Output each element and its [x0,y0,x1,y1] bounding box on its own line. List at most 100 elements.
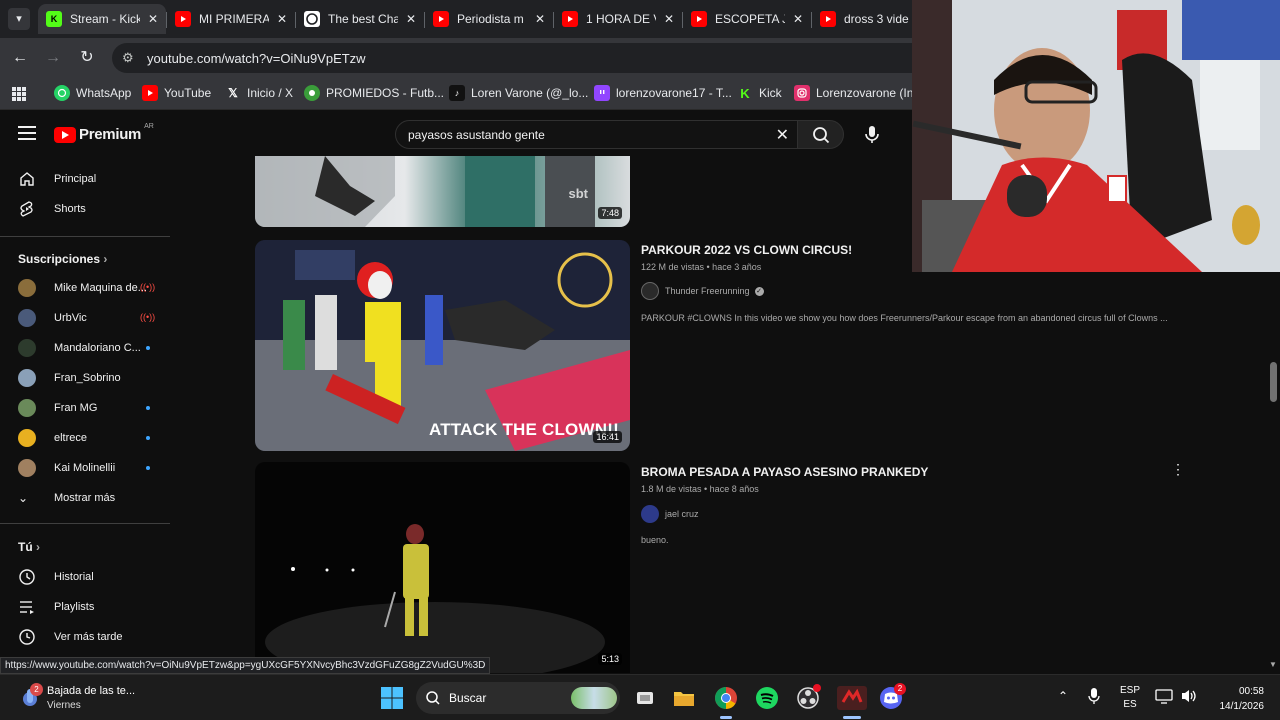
search-button[interactable] [797,120,844,149]
tiktok-icon: ♪ [449,85,465,101]
sidebar-item-subscription[interactable]: Mandaloriano C... [0,333,170,363]
youtube-icon [820,11,836,27]
brand-label: Premium [79,126,142,143]
sidebar-divider [0,523,170,524]
sidebar-item-watch-later[interactable]: Ver más tarde [0,622,170,652]
avatar [18,279,36,297]
start-button[interactable] [380,686,404,710]
bookmark-label: PROMIEDOS - Futb... [326,86,445,100]
bookmark-item[interactable]: YouTube [142,85,211,101]
bookmark-item[interactable]: 𝕏 Inicio / X [225,85,293,101]
sidebar-item-home[interactable]: Principal [0,164,170,194]
sidebar-item-playlists[interactable]: Playlists [0,592,170,622]
forward-button[interactable]: → [42,47,64,69]
close-tab-icon[interactable]: ✕ [404,12,418,26]
you-header[interactable]: Tú › [18,540,40,554]
close-tab-icon[interactable]: ✕ [275,12,289,26]
browser-tab[interactable]: Periodista m ✕ [425,4,553,34]
show-more-button[interactable]: ⌄ Mostrar más [0,483,170,513]
network-icon[interactable] [1155,689,1173,708]
show-hidden-icons-chevron-up-icon[interactable]: ⌃ [1058,689,1068,703]
volume-icon[interactable] [1180,688,1198,707]
browser-tab[interactable]: MI PRIMERA ✕ [167,4,295,34]
streaming-app-button[interactable] [837,686,867,719]
bookmark-item[interactable]: Lorenzovarone (Inst [794,85,923,101]
more-actions-icon[interactable]: ⋮ [1171,461,1185,478]
video-title[interactable]: PARKOUR 2022 VS CLOWN CIRCUS! [641,243,852,257]
scrollbar-thumb[interactable] [1270,362,1277,402]
tab-search-button[interactable]: ▾ [8,8,30,30]
sidebar-item-subscription[interactable]: Kai Molinellii [0,453,170,483]
video-description: bueno. [641,535,669,545]
verified-icon: ✓ [754,286,764,296]
close-tab-icon[interactable]: ✕ [791,12,805,26]
chrome-button[interactable] [714,686,738,719]
task-view-button[interactable] [633,686,657,710]
bookmark-item[interactable]: lorenzovarone17 - T... [594,85,732,101]
close-tab-icon[interactable]: ✕ [533,12,547,26]
sidebar-item-subscription[interactable]: Fran_Sobrino [0,363,170,393]
video-title[interactable]: BROMA PESADA A PAYASO ASESINO PRANKEDY [641,465,928,479]
bookmark-label: Kick [759,86,782,100]
tab-title: ESCOPETA JU [715,12,785,26]
bookmark-item[interactable]: PROMIEDOS - Futb... [304,85,444,101]
sidebar-item-subscription[interactable]: eltrece [0,423,170,453]
youtube-logo[interactable]: Premium AR [54,123,154,143]
close-tab-icon[interactable]: ✕ [662,12,676,26]
avatar [18,399,36,417]
youtube-play-icon [54,126,76,143]
search-query[interactable]: payasos asustando gente [408,128,545,142]
url-text[interactable]: youtube.com/watch?v=OiNu9VpETzw [147,51,366,66]
subscriptions-header[interactable]: Suscripciones › [18,252,107,266]
active-app-indicator [720,716,732,719]
voice-search-button[interactable] [858,120,886,148]
address-bar[interactable]: ⚙ youtube.com/watch?v=OiNu9VpETzw [112,43,932,73]
new-content-dot [146,436,150,440]
bookmark-item[interactable]: K Kick [737,85,782,101]
video-thumbnail[interactable]: 5:13 [255,462,630,673]
sidebar-item-label: Principal [54,173,97,185]
language-indicator[interactable]: ESP ES [1120,684,1140,712]
search-input[interactable]: payasos asustando gente ✕ [395,120,798,149]
channel-name: jael cruz [665,509,699,519]
clear-search-icon[interactable]: ✕ [776,125,789,145]
spotify-button[interactable] [755,686,779,710]
sidebar-item-history[interactable]: Historial [0,562,170,592]
apps-grid-icon[interactable] [11,86,27,102]
file-explorer-button[interactable] [672,686,696,710]
active-app-indicator [843,716,861,719]
taskbar-search[interactable]: Buscar [416,682,620,714]
bookmark-item[interactable]: ♪ Loren Varone (@_lo... [449,85,588,101]
sidebar-item-shorts[interactable]: Shorts [0,194,170,224]
browser-tab[interactable]: 1 HORA DE V ✕ [554,4,682,34]
scroll-down-arrow-icon[interactable]: ▼ [1269,660,1277,669]
channel-link[interactable]: jael cruz [641,505,699,523]
video-thumbnail[interactable]: sbt 7:48 [255,156,630,227]
microphone-tray-icon[interactable] [1088,687,1100,708]
tab-separator [682,12,683,28]
sidebar-item-subscription[interactable]: Fran MG [0,393,170,423]
task-view-icon [637,692,653,704]
close-tab-icon[interactable]: ✕ [146,12,160,26]
sidebar-item-subscription[interactable]: Mike Maquina de... ((•)) [0,273,170,303]
browser-tab[interactable]: ESCOPETA JU ✕ [683,4,811,34]
page-scrollbar[interactable] [1268,272,1280,674]
back-button[interactable]: ← [9,47,31,69]
sidebar-item-label: Fran_Sobrino [54,372,121,384]
video-thumbnail[interactable]: ATTACK THE CLOWN!! 16:41 [255,240,630,451]
video-duration: 7:48 [598,207,622,219]
channel-link[interactable]: Thunder Freerunning ✓ [641,282,764,300]
sidebar-item-label: Shorts [54,203,86,215]
clock[interactable]: 00:58 14/1/2026 [1208,684,1265,714]
browser-tab[interactable]: K Stream - Kick ✕ [38,4,166,34]
bookmark-item[interactable]: WhatsApp [54,85,131,101]
site-info-icon[interactable]: ⚙ [122,50,134,66]
twitch-icon [594,85,610,101]
reload-button[interactable]: ↻ [76,47,98,69]
discord-button[interactable]: 2 [879,683,906,710]
sidebar-item-subscription[interactable]: UrbVic ((•)) [0,303,170,333]
weather-widget[interactable]: 2 Bajada de las te... Viernes [18,683,158,713]
browser-tab[interactable]: The best Cha ✕ [296,4,424,34]
obs-button[interactable] [796,684,821,710]
menu-icon[interactable] [18,126,36,140]
